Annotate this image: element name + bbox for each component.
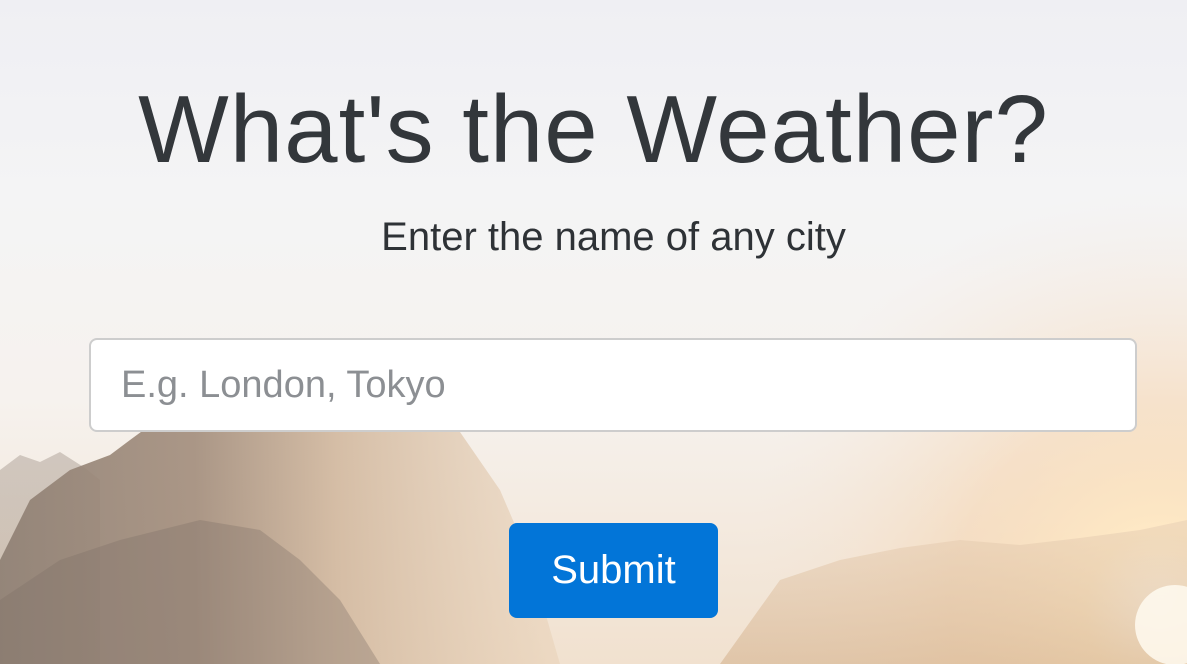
page-subtitle: Enter the name of any city — [381, 215, 846, 259]
page-title: What's the Weather? — [138, 76, 1049, 183]
city-search-input[interactable] — [89, 338, 1137, 432]
weather-search-form: What's the Weather? Enter the name of an… — [0, 0, 1187, 664]
submit-button[interactable]: Submit — [509, 523, 718, 618]
